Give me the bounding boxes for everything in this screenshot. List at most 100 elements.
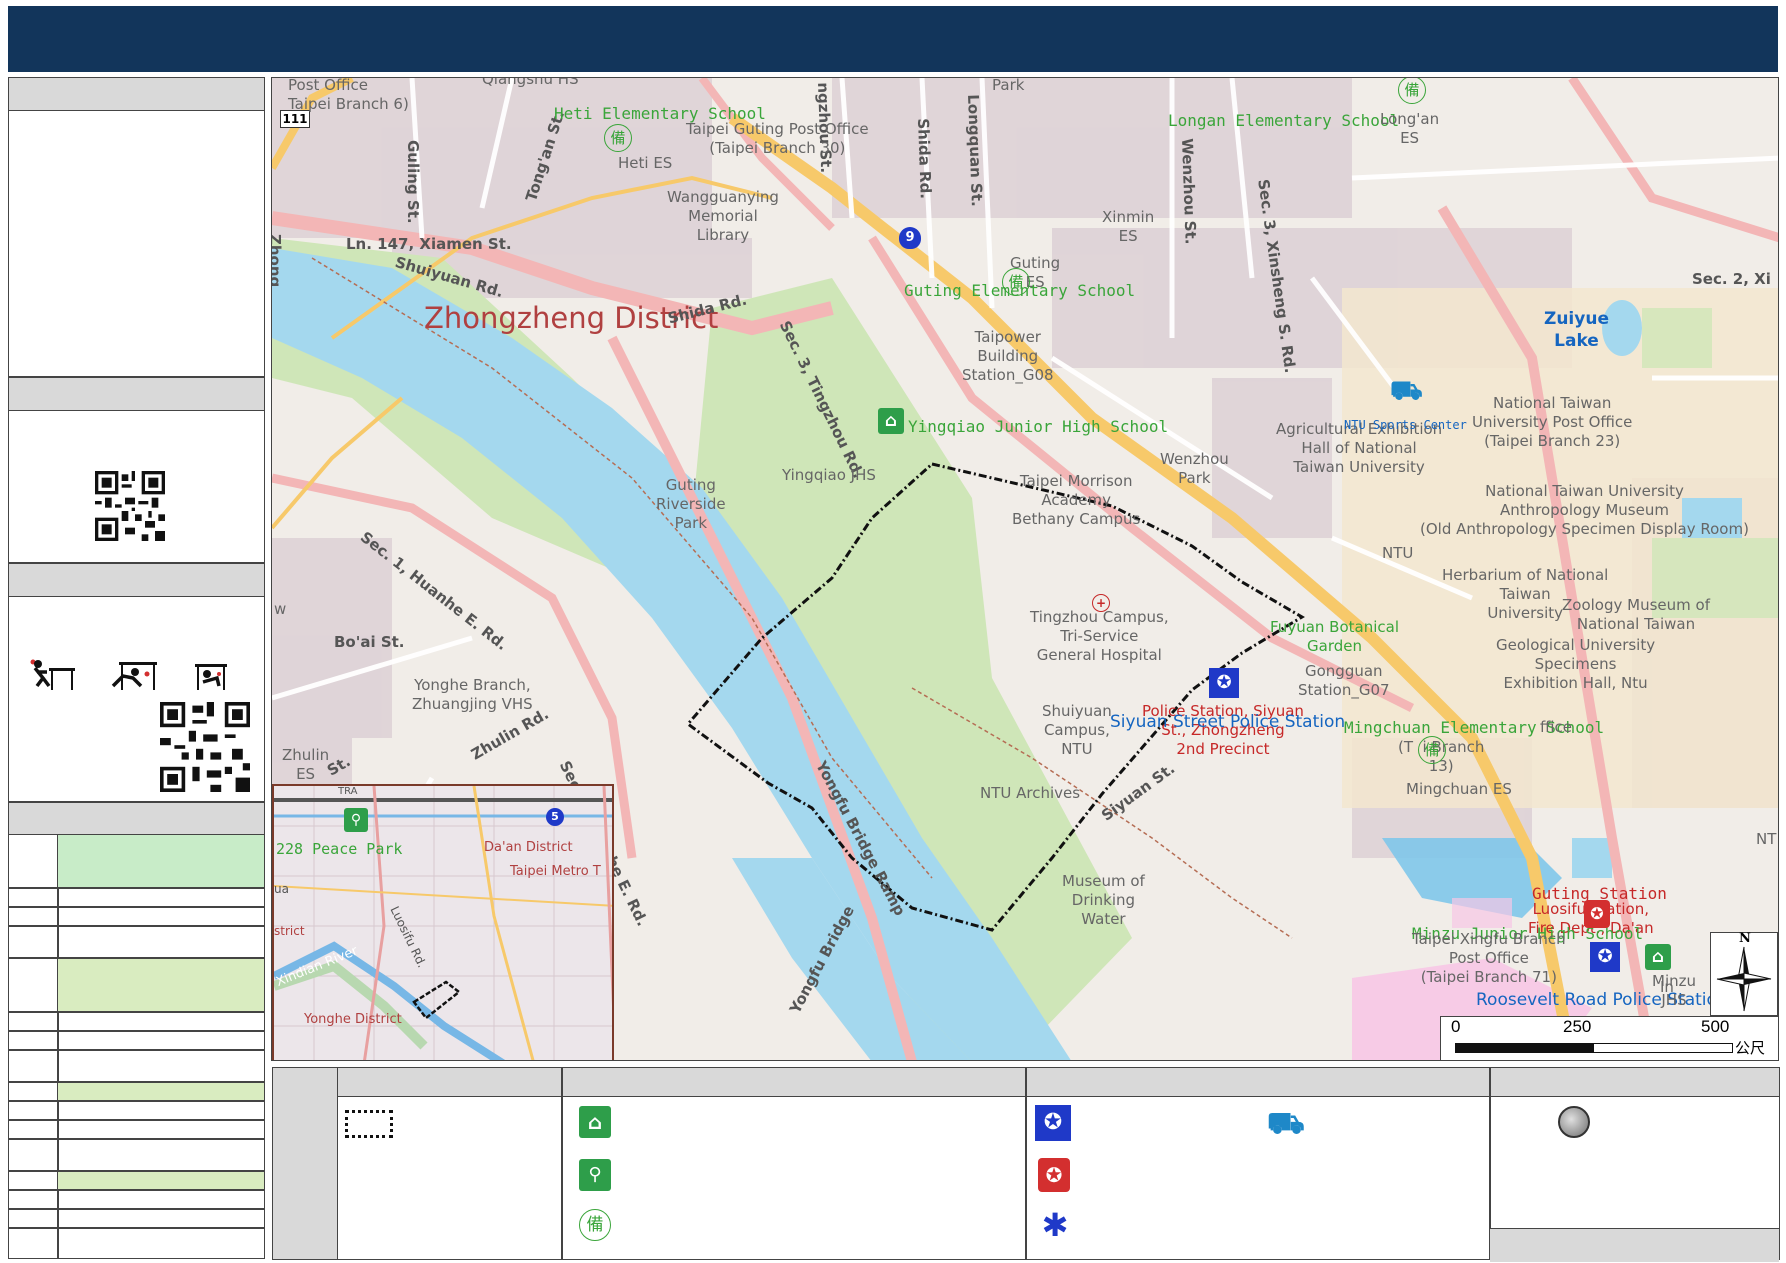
drone-icon: ⛟ (1390, 376, 1423, 406)
poi-label: NT (1756, 830, 1777, 848)
scale-bar-white (1593, 1043, 1733, 1053)
drone-icon: ⛟ (1267, 1106, 1305, 1141)
poi-label: Tingzhou Campus, Tri-Service General Hos… (1030, 608, 1169, 664)
north-arrow-icon (1716, 946, 1772, 1012)
poi-label: Gongguan Station_G07 (1298, 662, 1390, 699)
route-shield-9: 9 (899, 227, 921, 249)
poi-label: Taipower Building Station_G08 (962, 328, 1054, 384)
poi-label: National Taiwan University Post Office (… (1472, 394, 1633, 450)
table-row (9, 1189, 264, 1191)
poi-label: Heti ES (618, 154, 673, 172)
poi-label: Guting Riverside Park (656, 476, 726, 532)
poi-label: Taipei Guting Post Office (Taipei Branch… (686, 120, 869, 157)
poi-label: Geological University Specimens Exhibiti… (1496, 636, 1656, 692)
table-row (9, 887, 264, 889)
north-label: N (1739, 931, 1751, 946)
police-icon[interactable]: ✪ (1590, 942, 1620, 972)
poi-label: Mingchuan ES (1406, 780, 1512, 798)
poi-label: Zoology Museum of National Taiwan (1562, 596, 1710, 633)
scale-bar-black (1455, 1043, 1595, 1053)
school-label: Longan Elementary School (1168, 111, 1400, 130)
inset-label: Da'an District (484, 840, 573, 855)
poi-label: Fuyuan Botanical Garden (1270, 618, 1399, 655)
qr-code-icon[interactable] (95, 471, 165, 541)
legend-header (337, 1068, 1779, 1097)
table-row (9, 925, 264, 927)
legend-table: ⌂ ⚲ 備 ✪ ✪ ✱ ⛟ (272, 1067, 1780, 1262)
table-row (9, 906, 264, 908)
inset-label: Taipei Metro T (510, 864, 601, 879)
poi-label: w (274, 600, 287, 618)
hold-on-icon (195, 664, 227, 690)
police-icon: ✪ (1035, 1105, 1071, 1141)
gray-circle-icon (1558, 1106, 1590, 1138)
fire-icon: ✪ (1038, 1158, 1070, 1192)
police-icon[interactable]: ✪ (1209, 668, 1239, 698)
scale-tick: 250 (1563, 1017, 1592, 1036)
reserve-icon: 備 (1002, 268, 1030, 296)
drill-panel (8, 563, 265, 802)
legend-divider (561, 1068, 563, 1259)
cover-icon (111, 662, 157, 690)
reserve-icon: 備 (1398, 78, 1426, 104)
poi-label: Shuiyuan Campus, NTU (1042, 702, 1112, 758)
poi-label: Qiangshu HS (482, 77, 579, 88)
inset-route-5: 5 (546, 808, 564, 826)
table-row (58, 1083, 264, 1100)
poi-label: Yingqiao JHS (782, 466, 876, 484)
drop-icon (30, 659, 75, 690)
poi-label: Xinmin ES (1102, 208, 1155, 245)
shelter-icon[interactable]: ⌂ (878, 408, 904, 434)
shelter-icon[interactable]: ⌂ (1645, 944, 1671, 970)
street-label: Wenzhou St. (1178, 138, 1200, 245)
ambulance-icon: ✱ (1041, 1206, 1069, 1244)
poi-label: Long'an ES (1380, 110, 1440, 147)
header-bar (8, 6, 1778, 72)
poi-label: National Taiwan University Anthropology … (1420, 482, 1749, 538)
table-row (9, 1138, 264, 1140)
fire-icon[interactable]: ✪ (1584, 900, 1610, 928)
table-row (58, 835, 264, 887)
qr-code-icon[interactable] (160, 702, 250, 792)
poi-label: Taipei Xingfu Branch Post Office (Taipei… (1412, 930, 1566, 986)
map-frame[interactable]: 111 9 Zhongzheng District Guling St. ngz… (271, 77, 1779, 1061)
scale-tick: 500 (1701, 1017, 1730, 1036)
boundary-swatch (345, 1110, 393, 1138)
poi-label: Yonghe Branch, Zhuangjing VHS (412, 676, 533, 713)
table-row (9, 1011, 264, 1013)
table-row (9, 1049, 264, 1051)
inset-map[interactable]: ⚲ 5 228 Peace Park Da'an District Taipei… (272, 784, 614, 1060)
scale-tick: 0 (1451, 1017, 1461, 1036)
school-label: Yingqiao Junior High School (908, 417, 1169, 436)
poi-label: ffice (1540, 718, 1572, 736)
inset-label: strict (274, 924, 305, 938)
poi-label: NTU Archives (980, 784, 1081, 802)
street-label: Guling St. (404, 140, 422, 224)
poi-label: In (1660, 978, 1674, 996)
table-row (58, 959, 264, 1011)
street-label: Bo'ai St. (334, 633, 405, 651)
street-label: Zhong (271, 234, 284, 288)
poi-label: Post Office Taipei Branch 6) (288, 77, 409, 113)
street-label: Shida Rd. (914, 118, 935, 200)
poi-label: Park (992, 77, 1025, 94)
table-row (9, 1119, 264, 1121)
qr-panel-header (9, 378, 264, 411)
info-panel-header (9, 78, 264, 111)
poi-label: Minzu JHS (1652, 972, 1696, 1009)
park-shelter-icon: ⚲ (344, 808, 368, 832)
legend-side-column (273, 1068, 338, 1259)
legend-footer (1490, 1228, 1779, 1262)
table-index-column (57, 834, 59, 1258)
table-row (58, 1172, 264, 1189)
poi-label: Wangguanying Memorial Library (667, 188, 779, 244)
reserve-icon: 備 (579, 1209, 611, 1241)
shelter-icon: ⌂ (579, 1106, 611, 1138)
inset-label: TRA (338, 786, 358, 797)
street-label: Sec. 2, Xi (1692, 270, 1771, 288)
reserve-icon: 備 (1418, 736, 1446, 764)
scale-unit: 公尺 (1735, 1039, 1766, 1057)
table-row (9, 1100, 264, 1102)
table-row (9, 1030, 264, 1032)
legend-divider (1025, 1068, 1027, 1259)
